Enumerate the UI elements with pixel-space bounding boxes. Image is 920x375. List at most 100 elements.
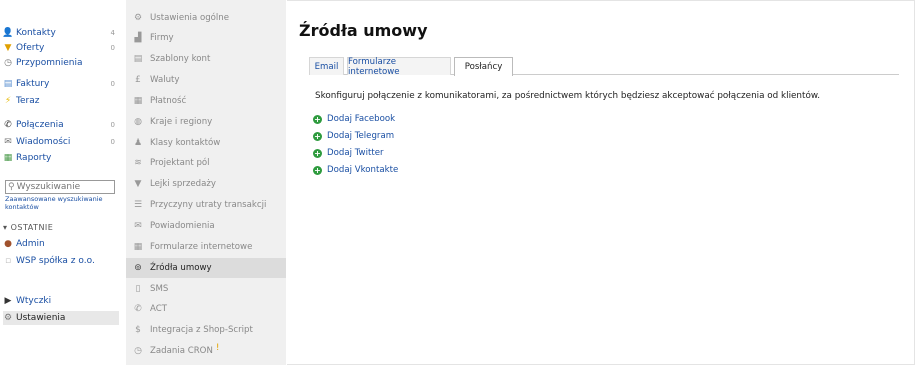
menu-item-label: Klasy kontaktów (150, 138, 221, 148)
document-icon: ▤ (133, 54, 143, 64)
funnel-icon: ▼ (4, 43, 12, 53)
menu-item-platnosc[interactable]: ▦ Płatność (126, 91, 286, 111)
menu-item-label: Przyczyny utraty transakcji (150, 200, 267, 210)
form-icon: ▦ (133, 242, 143, 252)
count-badge: 0 (110, 44, 115, 52)
plus-circle-icon: + (313, 131, 322, 141)
payment-icon: ▦ (133, 96, 143, 106)
sidebar-item-label: Oferty (16, 43, 45, 53)
users-icon: ♟ (133, 138, 143, 148)
menu-item-zadania-cron[interactable]: ◷ Zadania CRON! (126, 341, 286, 361)
add-facebook-link[interactable]: + Dodaj Facebook (313, 113, 395, 125)
sidebar-item-wiadomosci[interactable]: ✉ Wiadomości 0 (3, 135, 119, 149)
menu-item-klasy-kontaktow[interactable]: ♟ Klasy kontaktów (126, 133, 286, 153)
sidebar-item-label: Raporty (16, 153, 52, 163)
sidebar-item-label: Faktury (16, 79, 50, 89)
menu-item-formularze[interactable]: ▦ Formularze internetowe (126, 237, 286, 257)
menu-item-projektant-pol[interactable]: ≋ Projektant pól (126, 153, 286, 173)
menu-item-ustawienia-ogolne[interactable]: ⚙ Ustawienia ogólne (126, 8, 286, 28)
count-badge: 0 (110, 121, 115, 129)
user-icon: 👤 (2, 28, 14, 38)
building-icon: ▟ (134, 33, 142, 43)
sidebar-item-wtyczki[interactable]: ▶ Wtyczki (3, 294, 119, 308)
plus-circle-icon: + (313, 114, 322, 124)
sidebar-item-label: Przypomnienia (16, 58, 83, 68)
envelope-icon: ✉ (4, 137, 12, 147)
left-sidebar: 👤 Kontakty 4 ▼ Oferty 0 ◷ Przypomnienia … (0, 0, 124, 375)
sidebar-item-label: Połączenia (16, 120, 64, 130)
sidebar-item-teraz[interactable]: ⚡ Teraz (3, 94, 119, 108)
sidebar-item-kontakty[interactable]: 👤 Kontakty 4 (2, 26, 119, 40)
recent-item-company[interactable]: ▫ WSP spółka z o.o. (3, 254, 119, 268)
menu-item-label: Integracja z Shop-Script (150, 325, 253, 335)
sidebar-item-faktury[interactable]: ▤ Faktury 0 (3, 77, 119, 91)
menu-item-label: Szablony kont (150, 54, 211, 64)
menu-item-kraje-i-regiony[interactable]: ◍ Kraje i regiony (126, 112, 286, 132)
main-content: Źródła umowy Email Formularze internetow… (287, 0, 915, 365)
menu-item-act[interactable]: ✆ ACT (126, 299, 286, 319)
add-telegram-link[interactable]: + Dodaj Telegram (313, 130, 394, 142)
menu-item-sms[interactable]: ▯ SMS (126, 279, 286, 299)
lightning-icon: ⚡ (4, 96, 12, 106)
menu-item-label: Lejki sprzedaży (150, 179, 216, 189)
menu-item-label: Projektant pól (150, 158, 210, 168)
warning-badge: ! (215, 343, 220, 353)
advanced-search-link[interactable]: Zaawansowane wyszukiwanie kontaktów (5, 195, 123, 211)
envelope-icon: ✉ (134, 221, 142, 231)
menu-item-szablony-kont[interactable]: ▤ Szablony kont (126, 49, 286, 69)
menu-item-label: Źródła umowy (150, 263, 212, 273)
menu-item-przyczyny-utraty[interactable]: ☰ Przyczyny utraty transakcji (126, 195, 286, 215)
avatar-icon: ● (4, 239, 12, 249)
plugin-icon: ▶ (4, 296, 12, 306)
sidebar-item-label: Kontakty (16, 28, 56, 38)
sidebar-item-przypomnienia[interactable]: ◷ Przypomnienia (3, 56, 119, 70)
gear-icon: ⚙ (133, 13, 143, 23)
sidebar-item-label: Wiadomości (16, 137, 71, 147)
sidebar-item-label: Wtyczki (16, 296, 52, 306)
add-twitter-link[interactable]: + Dodaj Twitter (313, 147, 384, 159)
count-badge: 4 (110, 29, 115, 37)
gear-icon: ⚙ (3, 313, 13, 323)
sidebar-item-polaczenia[interactable]: ✆ Połączenia 0 (3, 118, 119, 132)
sidebar-item-label: Teraz (16, 96, 40, 106)
count-badge: 0 (110, 138, 115, 146)
sidebar-item-ustawienia[interactable]: ⚙ Ustawienia (3, 311, 119, 325)
menu-item-label: Kraje i regiony (150, 117, 213, 127)
tab-poslancy[interactable]: Posłańcy (454, 57, 513, 76)
add-link-label: Dodaj Facebook (327, 114, 396, 124)
menu-item-label: Firmy (150, 33, 174, 43)
menu-item-zrodla-umowy[interactable]: ⊚ Źródła umowy (126, 258, 286, 278)
search-box[interactable]: ⚲ (5, 180, 115, 194)
search-icon: ⚲ (8, 182, 15, 192)
sidebar-item-label: Ustawienia (16, 313, 66, 323)
menu-item-waluty[interactable]: £ Waluty (126, 70, 286, 90)
recent-item-label: WSP spółka z o.o. (16, 256, 95, 266)
recent-item-admin[interactable]: ● Admin (3, 237, 119, 251)
menu-item-powiadomienia[interactable]: ✉ Powiadomienia (126, 216, 286, 236)
plus-circle-icon: + (313, 148, 322, 158)
tab-bar: Email Formularze internetowe Posłańcy (309, 57, 899, 77)
menu-item-label: SMS (150, 284, 169, 294)
menu-item-label: Zadania CRON (150, 346, 213, 356)
menu-item-label: ACT (150, 304, 167, 314)
tab-email[interactable]: Email (309, 57, 344, 75)
menu-item-label: Waluty (150, 75, 180, 85)
currency-icon: £ (135, 75, 141, 85)
tab-label: Email (314, 61, 339, 72)
search-input[interactable] (16, 182, 109, 192)
clock-icon: ◷ (4, 58, 12, 68)
cron-icon: ◷ (134, 346, 142, 356)
sidebar-item-raporty[interactable]: ▦ Raporty (3, 151, 119, 165)
add-vkontakte-link[interactable]: + Dodaj Vkontakte (313, 164, 398, 176)
invoice-icon: ▤ (3, 79, 13, 89)
tab-formularze[interactable]: Formularze internetowe (347, 57, 451, 77)
menu-item-firmy[interactable]: ▟ Firmy (126, 28, 286, 48)
sidebar-item-oferty[interactable]: ▼ Oferty 0 (3, 41, 119, 55)
menu-item-shop-script[interactable]: $ Integracja z Shop-Script (126, 320, 286, 340)
company-icon: ▫ (4, 256, 12, 266)
dollar-icon: $ (135, 325, 141, 335)
plus-circle-icon: + (313, 165, 322, 175)
settings-menu: ⚙ Ustawienia ogólne ▟ Firmy ▤ Szablony kont… (126, 0, 286, 365)
globe-icon: ◍ (134, 117, 142, 127)
menu-item-lejki-sprzedazy[interactable]: ▼ Lejki sprzedaży (126, 174, 286, 194)
